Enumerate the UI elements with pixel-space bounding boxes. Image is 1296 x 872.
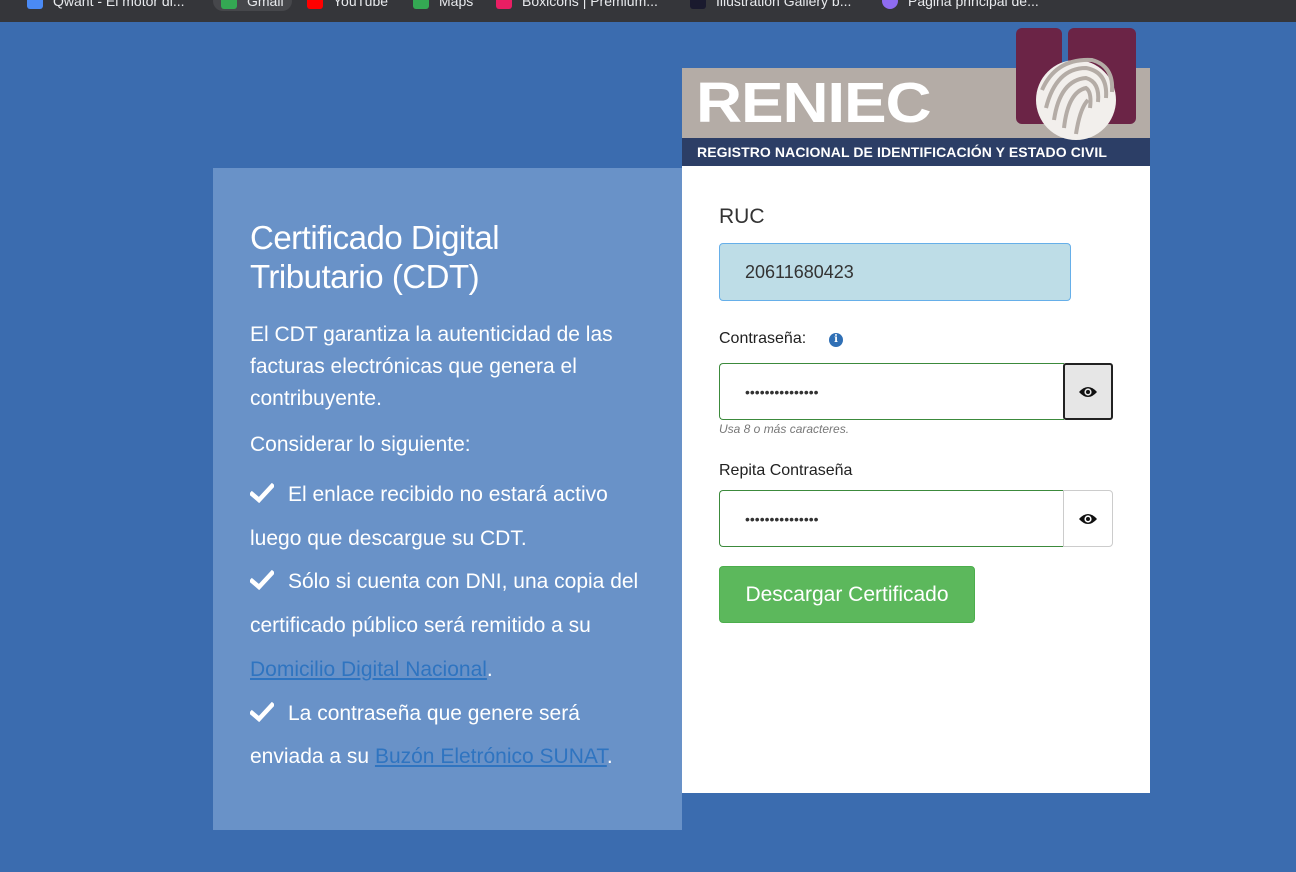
repeat-password-label: Repita Contraseña (719, 462, 853, 479)
check-icon (250, 483, 274, 503)
fingerprint-emblem-icon (1016, 28, 1136, 140)
boxicons-icon (496, 0, 512, 9)
bullet-list: El enlace recibido no estará activo lueg… (250, 473, 650, 779)
password-hint: Usa 8 o más caracteres. (719, 422, 850, 436)
bookmark-illustration[interactable]: Illustration Gallery b... (690, 0, 851, 11)
password-input[interactable] (719, 363, 1064, 420)
toggle-repeat-password-button[interactable] (1063, 490, 1113, 547)
bookmark-boxicons[interactable]: Boxicons | Premium... (496, 0, 658, 11)
repeat-password-input[interactable] (719, 490, 1064, 547)
bookmark-label: Gmail (247, 0, 284, 9)
bullet-punct: . (486, 657, 493, 681)
toggle-password-button[interactable] (1063, 363, 1113, 420)
gmail-icon (221, 0, 237, 9)
info-panel: Certificado Digital Tributario (CDT) El … (213, 168, 682, 830)
bullet-item: La contraseña que genere será enviada a … (250, 692, 650, 779)
pagina-icon (882, 0, 898, 9)
youtube-icon (307, 0, 323, 9)
consider-heading: Considerar lo siguiente: (250, 433, 471, 456)
bookmark-pagina[interactable]: Página principal de... (882, 0, 1039, 11)
bookmark-label: Maps (439, 0, 474, 9)
check-icon (250, 570, 274, 591)
illustration-icon (690, 0, 706, 9)
bullet-text: Sólo si cuenta con DNI, una copia del ce… (250, 570, 639, 638)
password-label: Contraseña: (719, 330, 807, 347)
bookmark-gmail[interactable]: Gmail (213, 0, 292, 11)
bullet-item: El enlace recibido no estará activo lueg… (250, 473, 650, 560)
check-icon (250, 701, 274, 722)
buzon-sunat-link[interactable]: Buzón Eletrónico SUNAT (375, 745, 607, 768)
description: El CDT garantiza la autenticidad de las … (250, 323, 613, 410)
bookmark-label: YouTube (333, 0, 389, 9)
logo-brand: RENIEC (696, 71, 932, 135)
info-icon[interactable]: i (829, 333, 843, 347)
bookmarks-bar: Qwant - El motor di... Gmail YouTube Map… (0, 0, 1296, 22)
domicilio-digital-link[interactable]: Domicilio Digital Nacional (250, 658, 487, 681)
bookmark-maps[interactable]: Maps (413, 0, 473, 11)
bookmark-label: Illustration Gallery b... (716, 0, 852, 9)
bookmark-label: Boxicons | Premium... (522, 0, 658, 9)
ruc-label: RUC (719, 205, 765, 228)
bookmark-label: Qwant - El motor di... (53, 0, 185, 9)
download-certificate-button[interactable]: Descargar Certificado (719, 566, 975, 623)
page-title: Certificado Digital Tributario (CDT) (250, 219, 500, 295)
eye-icon (1079, 513, 1097, 524)
maps-icon (413, 0, 429, 9)
bullet-text: El enlace recibido no estará activo lueg… (250, 483, 608, 550)
bookmark-qwant[interactable]: Qwant - El motor di... (27, 0, 184, 11)
ruc-input[interactable] (719, 243, 1071, 301)
bookmark-youtube[interactable]: YouTube (307, 0, 388, 11)
bookmark-label: Página principal de... (908, 0, 1039, 9)
bullet-punct: . (606, 745, 613, 769)
eye-icon (1079, 386, 1097, 397)
qwant-icon (27, 0, 43, 9)
bullet-item: Sólo si cuenta con DNI, una copia del ce… (250, 560, 650, 691)
